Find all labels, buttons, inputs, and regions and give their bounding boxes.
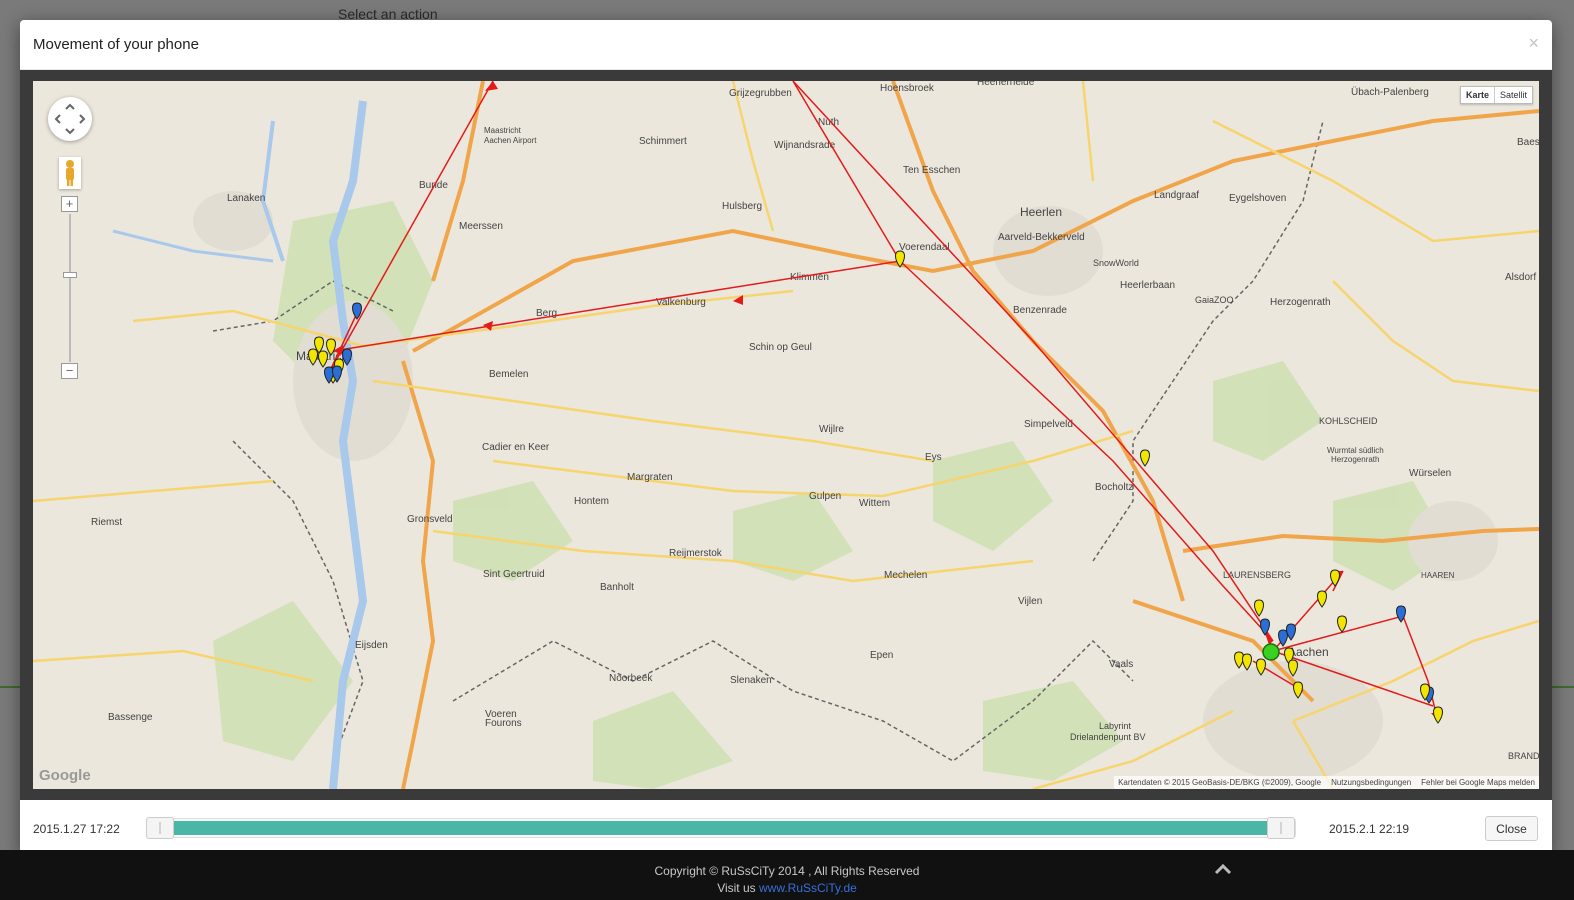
yellow-location-pin[interactable] xyxy=(1242,653,1252,671)
yellow-location-pin[interactable] xyxy=(1256,658,1266,676)
blue-location-pin[interactable] xyxy=(1396,605,1406,623)
blue-location-pin[interactable] xyxy=(352,302,362,320)
yellow-location-pin[interactable] xyxy=(326,338,336,356)
route-markers xyxy=(308,250,1443,724)
page-footer: Copyright © RuSsCiTy 2014 , All Rights R… xyxy=(0,850,1574,900)
close-icon[interactable]: × xyxy=(1528,34,1539,52)
modal-title: Movement of your phone xyxy=(33,36,199,53)
map-frame: Grijzegrubben Hoensbroek Heerlerheide Üb… xyxy=(20,70,1552,800)
yellow-location-pin[interactable] xyxy=(895,250,905,268)
current-location-marker[interactable] xyxy=(1262,643,1280,661)
background-divider-right xyxy=(1552,686,1574,688)
visit-line: Visit us www.RuSsCiTy.de xyxy=(0,881,1574,895)
street-view-pegman-icon[interactable] xyxy=(59,157,81,189)
background-divider-left xyxy=(0,686,22,688)
yellow-location-pin[interactable] xyxy=(1330,569,1340,587)
yellow-location-pin[interactable] xyxy=(1293,681,1303,699)
blue-location-pin[interactable] xyxy=(1260,618,1270,636)
google-logo: Google xyxy=(39,767,91,784)
modal-header: Movement of your phone × xyxy=(20,20,1552,70)
yellow-location-pin[interactable] xyxy=(1433,706,1443,724)
map-type-control: Karte Satellit xyxy=(1459,86,1533,104)
yellow-location-pin[interactable] xyxy=(1254,599,1264,617)
zoom-in-button[interactable]: + xyxy=(61,196,78,212)
time-range-end: 2015.2.1 22:19 xyxy=(1329,822,1410,836)
yellow-location-pin[interactable] xyxy=(308,348,318,366)
yellow-location-pin[interactable] xyxy=(1317,590,1327,608)
movement-modal: Movement of your phone × Grijzegrubben H… xyxy=(20,20,1552,854)
yellow-location-pin[interactable] xyxy=(1140,449,1150,467)
yellow-location-pin[interactable] xyxy=(1337,615,1347,633)
time-slider-start-handle[interactable] xyxy=(146,817,174,839)
attribution-data: Kartendaten © 2015 GeoBasis-DE/BKG (©200… xyxy=(1118,778,1322,787)
visit-prefix: Visit us xyxy=(717,881,756,895)
map-attribution: Kartendaten © 2015 GeoBasis-DE/BKG (©200… xyxy=(1114,776,1539,789)
website-link[interactable]: www.RuSsCiTy.de xyxy=(759,881,857,895)
map-type-satellite-button[interactable]: Satellit xyxy=(1495,87,1532,103)
map-type-karte-button[interactable]: Karte xyxy=(1461,87,1495,103)
close-button[interactable]: Close xyxy=(1485,816,1538,841)
yellow-location-pin[interactable] xyxy=(1288,659,1298,677)
zoom-slider-track[interactable] xyxy=(69,214,71,362)
zoom-out-button[interactable]: − xyxy=(61,363,78,379)
blue-location-pin[interactable] xyxy=(1278,629,1288,647)
pan-control[interactable] xyxy=(48,97,92,141)
chevron-up-icon[interactable] xyxy=(1214,862,1232,876)
report-error-link[interactable]: Fehler bei Google Maps melden xyxy=(1421,778,1535,787)
pan-arrows-icon xyxy=(54,103,86,135)
modal-footer: 2015.1.27 17:22 2015.2.1 22:19 Close xyxy=(20,800,1552,854)
yellow-location-pin[interactable] xyxy=(318,350,328,368)
map-canvas[interactable]: Grijzegrubben Hoensbroek Heerlerheide Üb… xyxy=(33,81,1539,789)
copyright-text: Copyright © RuSsCiTy 2014 , All Rights R… xyxy=(654,864,920,878)
terms-link[interactable]: Nutzungsbedingungen xyxy=(1331,778,1411,787)
time-slider-range xyxy=(173,821,1270,835)
time-range-start: 2015.1.27 17:22 xyxy=(33,822,120,836)
time-slider-end-handle[interactable] xyxy=(1267,817,1295,839)
blue-location-pin[interactable] xyxy=(1286,623,1296,641)
zoom-slider-thumb[interactable] xyxy=(63,272,77,278)
